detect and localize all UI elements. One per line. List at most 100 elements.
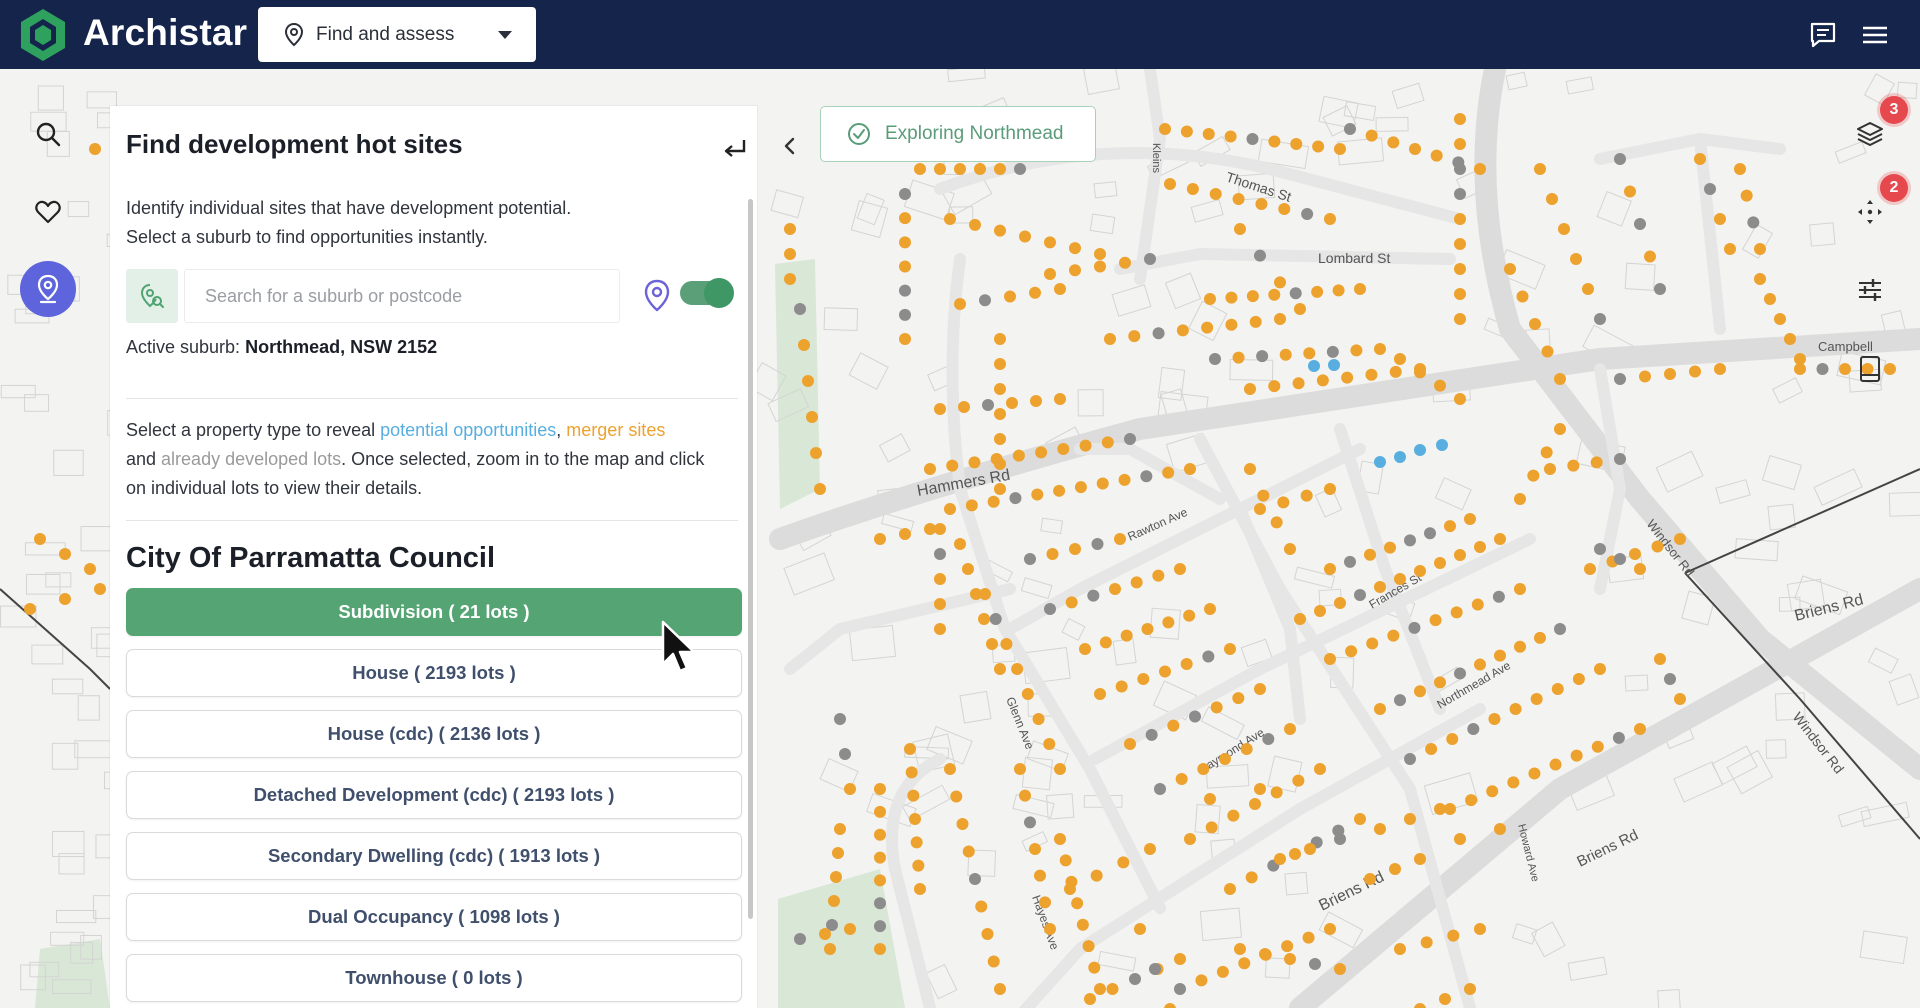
lot-marker[interactable] — [1174, 953, 1186, 965]
lot-marker[interactable] — [907, 789, 920, 802]
lot-marker[interactable] — [975, 900, 988, 913]
lot-marker[interactable] — [1234, 223, 1246, 235]
lot-marker[interactable] — [798, 339, 810, 351]
lot-marker[interactable] — [1152, 569, 1165, 582]
lot-marker[interactable] — [1334, 963, 1346, 975]
lot-marker[interactable] — [962, 845, 975, 858]
archistar-logo-icon[interactable] — [18, 7, 68, 63]
lot-marker[interactable] — [1011, 663, 1024, 675]
lot-marker[interactable] — [1114, 533, 1126, 545]
lot-marker[interactable] — [1064, 883, 1076, 895]
lot-marker[interactable] — [1256, 350, 1269, 363]
lot-marker[interactable] — [1404, 534, 1416, 547]
lot-marker[interactable] — [1514, 583, 1526, 595]
lot-marker[interactable] — [1294, 303, 1306, 315]
lot-marker[interactable] — [1024, 816, 1036, 829]
lot-marker[interactable] — [1094, 983, 1106, 995]
lot-marker[interactable] — [784, 223, 796, 235]
lot-marker[interactable] — [1039, 896, 1051, 909]
lot-marker[interactable] — [1152, 327, 1165, 340]
lot-marker[interactable] — [1374, 823, 1386, 835]
lot-marker[interactable] — [1145, 728, 1158, 741]
lot-marker[interactable] — [1084, 993, 1096, 1005]
lot-marker[interactable] — [1530, 693, 1543, 705]
lot-marker[interactable] — [1304, 843, 1316, 855]
lot-marker[interactable] — [1274, 853, 1286, 865]
lot-marker[interactable] — [994, 333, 1006, 345]
lot-marker[interactable] — [1149, 963, 1161, 975]
lot-marker[interactable] — [1446, 733, 1459, 745]
lot-marker[interactable] — [1634, 723, 1646, 735]
lot-marker[interactable] — [874, 851, 886, 864]
lot-marker[interactable] — [905, 766, 918, 779]
lot-marker[interactable] — [1364, 548, 1376, 561]
lot-marker[interactable] — [979, 294, 991, 307]
lot-marker[interactable] — [819, 928, 831, 940]
lot-marker[interactable] — [1257, 489, 1270, 502]
lot-marker[interactable] — [1794, 363, 1806, 375]
lot-marker[interactable] — [1420, 936, 1433, 949]
lot-marker[interactable] — [1414, 565, 1426, 577]
lot-marker[interactable] — [1129, 973, 1141, 985]
lot-marker[interactable] — [1254, 249, 1266, 262]
lot-marker[interactable] — [1144, 843, 1156, 855]
lot-marker[interactable] — [1572, 673, 1585, 685]
lot-marker[interactable] — [1034, 869, 1046, 882]
suburb-search-input[interactable] — [184, 269, 620, 323]
lot-marker[interactable] — [1584, 563, 1596, 575]
lot-marker[interactable] — [1044, 268, 1056, 280]
lot-marker[interactable] — [1454, 238, 1466, 250]
lot-marker[interactable] — [1000, 638, 1013, 650]
lot-marker[interactable] — [1209, 188, 1222, 200]
lot-marker[interactable] — [1225, 318, 1238, 331]
lot-marker[interactable] — [89, 143, 101, 155]
lot-marker[interactable] — [944, 503, 956, 515]
lot-marker[interactable] — [1268, 288, 1281, 301]
lot-marker[interactable] — [1594, 663, 1606, 675]
lot-marker[interactable] — [1528, 767, 1541, 780]
lot-marker[interactable] — [1474, 163, 1486, 175]
lot-marker[interactable] — [1115, 680, 1128, 693]
lot-marker[interactable] — [1509, 703, 1522, 715]
lot-marker[interactable] — [1714, 363, 1726, 375]
lot-marker[interactable] — [1454, 213, 1466, 225]
lot-marker[interactable] — [934, 548, 946, 560]
lot-marker[interactable] — [1387, 629, 1400, 642]
lot-marker[interactable] — [1454, 263, 1466, 275]
lot-marker[interactable] — [1030, 395, 1042, 407]
lot-marker[interactable] — [810, 447, 822, 459]
lot-marker[interactable] — [1634, 218, 1646, 230]
lot-marker[interactable] — [1424, 527, 1436, 540]
lot-marker[interactable] — [1012, 449, 1025, 462]
lot-marker[interactable] — [1274, 313, 1286, 325]
lot-marker[interactable] — [1014, 163, 1026, 175]
return-arrow-icon[interactable] — [722, 136, 748, 162]
chevron-left-icon[interactable] — [776, 132, 804, 160]
property-type-house-button[interactable]: House ( 2193 lots ) — [126, 649, 742, 697]
lot-marker[interactable] — [1554, 423, 1566, 435]
property-type-detached-cdc-button[interactable]: Detached Development (cdc) ( 2193 lots ) — [126, 771, 742, 819]
lot-marker[interactable] — [1551, 683, 1564, 695]
lot-marker[interactable] — [1365, 368, 1378, 381]
lot-marker[interactable] — [1434, 379, 1446, 392]
lot-marker[interactable] — [982, 399, 994, 411]
lot-marker[interactable] — [1366, 637, 1379, 650]
lot-marker[interactable] — [1474, 923, 1486, 935]
lot-marker[interactable] — [828, 895, 840, 907]
lot-marker[interactable] — [1425, 743, 1438, 755]
location-pin-icon[interactable] — [642, 279, 672, 313]
lot-marker[interactable] — [1277, 496, 1290, 509]
lot-marker[interactable] — [924, 463, 936, 475]
lot-marker[interactable] — [994, 358, 1006, 370]
lot-marker[interactable] — [1069, 264, 1081, 277]
lot-marker[interactable] — [1492, 590, 1505, 603]
lot-marker[interactable] — [1205, 821, 1218, 834]
lot-marker[interactable] — [954, 298, 966, 310]
lot-marker[interactable] — [1454, 138, 1466, 150]
lot-marker[interactable] — [1240, 743, 1253, 755]
panel-scrollbar[interactable] — [748, 199, 753, 919]
lot-marker[interactable] — [1019, 789, 1031, 802]
lot-marker[interactable] — [59, 593, 71, 605]
lot-marker[interactable] — [1444, 520, 1456, 533]
lot-marker[interactable] — [1279, 348, 1292, 361]
